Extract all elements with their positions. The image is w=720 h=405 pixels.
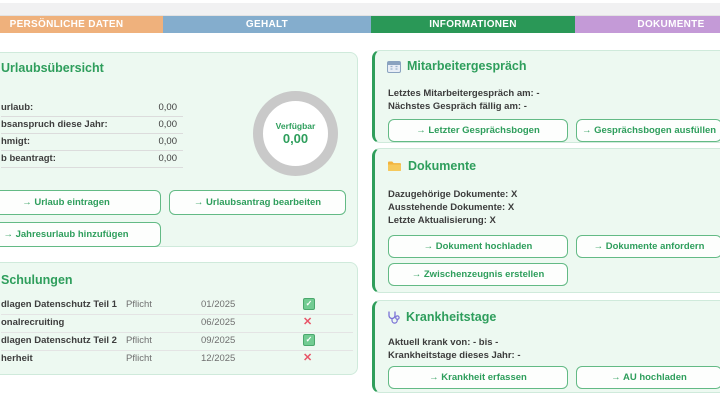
panel-mitarbeitergespraech: Mitarbeitergespräch Letztes Mitarbeiterg…	[372, 50, 720, 143]
panel-dokumente: Dokumente Dazugehörige Dokumente: X Auss…	[372, 148, 720, 293]
vacation-row-label: urlaub:	[1, 102, 137, 113]
trainings-title: Schulungen	[1, 273, 73, 287]
vacation-row-value: 0,00	[137, 119, 183, 130]
gespraechsbogen-ausfuellen-button[interactable]: → Gesprächsbogen ausfüllen	[576, 119, 720, 142]
zwischenzeugnis-erstellen-button[interactable]: → Zwischenzeugnis erstellen	[388, 263, 568, 286]
tab-gehalt[interactable]: GEHALT	[163, 16, 371, 33]
sickdays-current-line: Aktuell krank von: - bis -	[388, 337, 498, 348]
vacation-row: bsanspruch diese Jahr: 0,00	[1, 116, 183, 134]
panel-schulungen: Schulungen dlagen Datenschutz Teil 1 Pfl…	[0, 262, 358, 375]
panel-krankheitstage: Krankheitstage Aktuell krank von: - bis …	[372, 300, 720, 393]
vacation-row: urlaub: 0,00	[1, 99, 183, 117]
training-row: dlagen Datenschutz Teil 1 Pflicht 01/202…	[1, 296, 353, 315]
calendar-icon	[387, 60, 401, 73]
app-window: PERSÖNLICHE DATEN GEHALT INFORMATIONEN D…	[0, 0, 720, 405]
stethoscope-icon	[387, 311, 400, 324]
training-type: Pflicht	[126, 299, 152, 310]
training-date: 06/2025	[201, 317, 235, 328]
jahresurlaub-hinzufuegen-button[interactable]: → Jahresurlaub hinzufügen	[0, 222, 161, 247]
training-name: dlagen Datenschutz Teil 2	[1, 335, 117, 346]
top-scroll-strip	[0, 3, 720, 16]
urlaub-eintragen-button[interactable]: → Urlaub eintragen	[0, 190, 161, 215]
interview-last-line: Letztes Mitarbeitergespräch am: -	[388, 88, 540, 99]
vacation-row: b beantragt: 0,00	[1, 150, 183, 168]
vacation-row: hmigt: 0,00	[1, 133, 183, 151]
tab-informationen[interactable]: INFORMATIONEN	[371, 16, 575, 33]
vacation-row-value: 0,00	[137, 102, 183, 113]
dokument-hochladen-button[interactable]: → Dokument hochladen	[388, 235, 568, 258]
training-name: herheit	[1, 353, 33, 364]
training-status-icon: ✕	[303, 352, 312, 364]
documents-related-line: Dazugehörige Dokumente: X	[388, 189, 517, 200]
sickdays-title: Krankheitstage	[406, 310, 496, 324]
krankheit-erfassen-button[interactable]: → Krankheit erfassen	[388, 366, 568, 389]
vacation-title: Urlaubsübersicht	[1, 61, 104, 75]
au-hochladen-button[interactable]: → AU hochladen	[576, 366, 720, 389]
training-row: herheit Pflicht 12/2025 ✕	[1, 350, 353, 368]
vacation-available-donut: Verfügbar 0,00	[253, 91, 338, 176]
training-type: Pflicht	[126, 353, 152, 364]
training-status-icon: ✓	[303, 298, 315, 310]
sickdays-year-line: Krankheitstage dieses Jahr: -	[388, 350, 521, 361]
vacation-row-value: 0,00	[137, 136, 183, 147]
documents-title-row: Dokumente	[387, 159, 476, 173]
training-date: 01/2025	[201, 299, 235, 310]
documents-title: Dokumente	[408, 159, 476, 173]
sickdays-title-row: Krankheitstage	[387, 310, 496, 324]
documents-updated-line: Letzte Aktualisierung: X	[388, 215, 496, 226]
training-name: onalrecruiting	[1, 317, 64, 328]
training-type: Pflicht	[126, 335, 152, 346]
interview-title: Mitarbeitergespräch	[407, 59, 526, 73]
training-date: 09/2025	[201, 335, 235, 346]
donut-label: Verfügbar	[276, 121, 316, 131]
vacation-row-label: hmigt:	[1, 136, 137, 147]
interview-title-row: Mitarbeitergespräch	[387, 59, 526, 73]
vacation-row-label: bsanspruch diese Jahr:	[1, 119, 137, 130]
dokumente-anfordern-button[interactable]: → Dokumente anfordern	[576, 235, 720, 258]
panel-urlaubsuebersicht: Urlaubsübersicht urlaub: 0,00 bsanspruch…	[0, 52, 358, 247]
donut-value: 0,00	[283, 131, 308, 146]
training-status-icon: ✓	[303, 334, 315, 346]
urlaubsantrag-bearbeiten-button[interactable]: → Urlaubsantrag bearbeiten	[169, 190, 346, 215]
vacation-row-value: 0,00	[137, 153, 183, 164]
training-date: 12/2025	[201, 353, 235, 364]
training-status-icon: ✕	[303, 316, 312, 328]
interview-next-line: Nächstes Gespräch fällig am: -	[388, 101, 527, 112]
documents-outstanding-line: Ausstehende Dokumente: X	[388, 202, 514, 213]
tab-dokumente[interactable]: DOKUMENTE	[575, 16, 720, 33]
training-name: dlagen Datenschutz Teil 1	[1, 299, 117, 310]
vacation-row-label: b beantragt:	[1, 153, 137, 164]
training-row: onalrecruiting 06/2025 ✕	[1, 314, 353, 333]
training-row: dlagen Datenschutz Teil 2 Pflicht 09/202…	[1, 332, 353, 351]
letzter-gespraechsbogen-button[interactable]: → Letzter Gesprächsbogen	[388, 119, 568, 142]
folder-icon	[387, 160, 402, 172]
tab-persoenliche-daten[interactable]: PERSÖNLICHE DATEN	[0, 16, 163, 33]
